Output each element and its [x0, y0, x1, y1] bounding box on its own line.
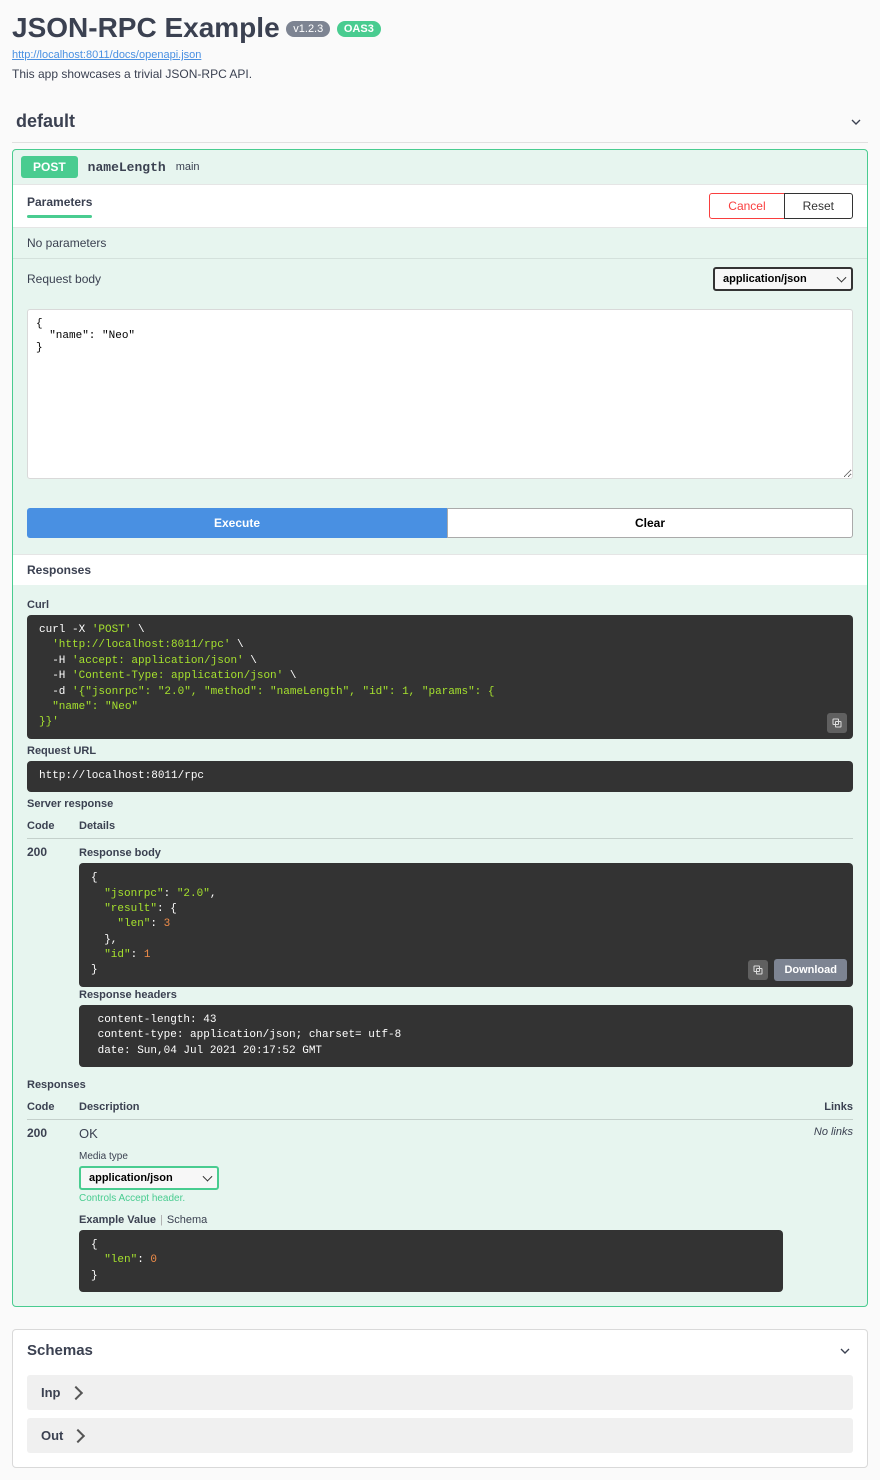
example-value-tab[interactable]: Example Value	[79, 1214, 156, 1226]
parameters-tab[interactable]: Parameters	[27, 195, 92, 218]
operation-path: nameLength	[88, 160, 166, 175]
clear-button[interactable]: Clear	[447, 508, 853, 538]
request-body-input[interactable]: { "name": "Neo" }	[27, 309, 853, 479]
media-type-select[interactable]: application/json	[79, 1166, 219, 1190]
operation-header[interactable]: POST nameLength main	[13, 150, 867, 184]
curl-label: Curl	[27, 599, 853, 611]
schema-item[interactable]: Out	[27, 1418, 853, 1453]
col-links-header: Links	[783, 1101, 853, 1113]
example-block: { "len": 0 }	[79, 1230, 783, 1292]
download-button[interactable]: Download	[774, 959, 847, 981]
server-response-label: Server response	[27, 798, 853, 810]
schema-name: Out	[41, 1428, 63, 1443]
operation-summary: main	[176, 161, 200, 173]
doc-response-desc: OK	[79, 1126, 783, 1141]
chevron-down-icon	[837, 1343, 853, 1359]
copy-icon[interactable]	[827, 713, 847, 733]
reset-button[interactable]: Reset	[784, 193, 853, 219]
curl-block: curl -X 'POST' \ 'http://localhost:8011/…	[27, 615, 853, 739]
doc-response-code: 200	[27, 1126, 79, 1292]
operation-block: POST nameLength main Parameters CancelRe…	[12, 149, 868, 1307]
response-code: 200	[27, 845, 79, 1067]
schema-tab[interactable]: Schema	[167, 1214, 207, 1226]
no-links-text: No links	[783, 1126, 853, 1138]
responses-header: Responses	[13, 554, 867, 585]
schema-item[interactable]: Inp	[27, 1375, 853, 1410]
col-code-header: Code	[27, 820, 79, 832]
col-code-header-2: Code	[27, 1101, 79, 1113]
response-headers-label: Response headers	[79, 989, 853, 1001]
api-title: JSON-RPC Example	[12, 12, 280, 44]
schema-name: Inp	[41, 1385, 61, 1400]
doc-responses-label: Responses	[27, 1079, 853, 1091]
response-body-label: Response body	[79, 847, 853, 859]
media-type-hint: Controls Accept header.	[79, 1193, 783, 1204]
oas-badge: OAS3	[337, 21, 381, 37]
tag-name: default	[16, 111, 75, 132]
media-type-label: Media type	[79, 1151, 783, 1162]
version-badge: v1.2.3	[286, 21, 330, 37]
copy-icon[interactable]	[748, 960, 768, 980]
content-type-select[interactable]: application/json	[713, 267, 853, 291]
request-url-label: Request URL	[27, 745, 853, 757]
tag-header[interactable]: default	[12, 101, 868, 143]
api-description: This app showcases a trivial JSON-RPC AP…	[12, 67, 868, 81]
chevron-right-icon	[71, 1429, 85, 1443]
col-details-header: Details	[79, 820, 853, 832]
request-url-block: http://localhost:8011/rpc	[27, 761, 853, 792]
schemas-header[interactable]: Schemas	[27, 1330, 853, 1367]
schemas-title: Schemas	[27, 1342, 93, 1359]
method-badge: POST	[21, 156, 78, 178]
api-url-link[interactable]: http://localhost:8011/docs/openapi.json	[12, 49, 201, 61]
request-body-label: Request body	[27, 272, 101, 286]
response-headers-block: content-length: 43 content-type: applica…	[79, 1005, 853, 1067]
col-desc-header: Description	[79, 1101, 783, 1113]
response-body-block: { "jsonrpc": "2.0", "result": { "len": 3…	[79, 863, 853, 987]
chevron-right-icon	[68, 1386, 82, 1400]
cancel-button[interactable]: Cancel	[709, 193, 784, 219]
execute-button[interactable]: Execute	[27, 508, 447, 538]
chevron-down-icon	[848, 114, 864, 130]
no-parameters-text: No parameters	[13, 228, 867, 258]
